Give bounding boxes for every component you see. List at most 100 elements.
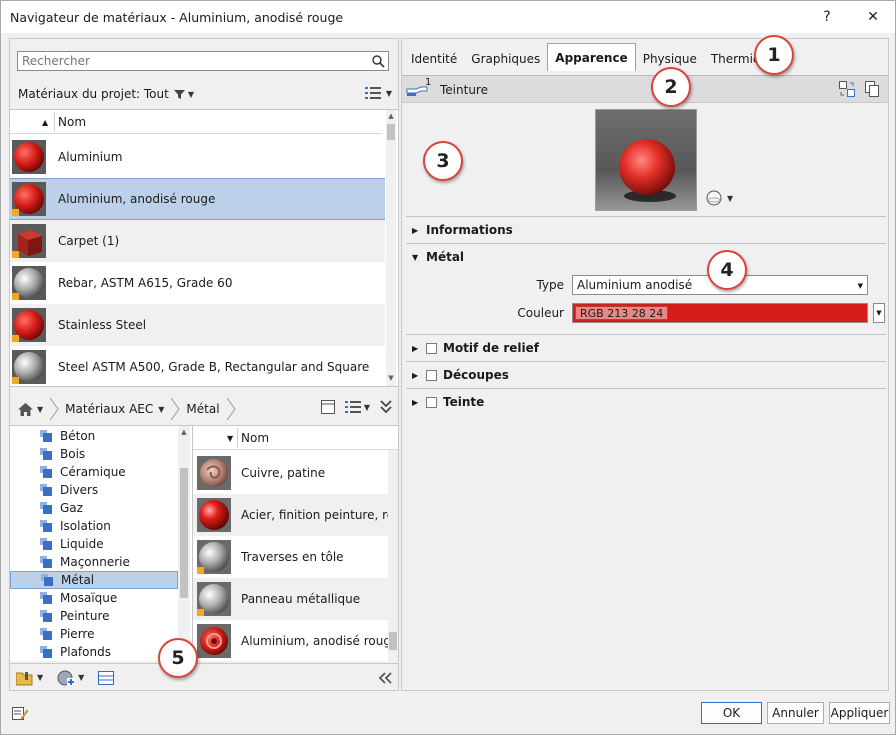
section-informations[interactable]: ▶ Informations	[412, 223, 513, 237]
breadcrumb-metal[interactable]: Métal	[180, 398, 225, 420]
home-icon[interactable]	[18, 402, 33, 416]
project-material-row-selected[interactable]: Aluminium, anodisé rouge	[10, 178, 385, 220]
asset-browser-icon[interactable]	[98, 670, 115, 685]
section-relief-pattern[interactable]: ▶ Motif de relief	[412, 341, 539, 355]
section-metal[interactable]: ▼ Métal	[412, 250, 464, 264]
section-cutouts[interactable]: ▶ Découpes	[412, 368, 509, 382]
left-pane-footer: ▼ ▼	[10, 663, 398, 691]
asset-list-scrollbar[interactable]	[388, 450, 398, 662]
preview-options[interactable]: ▼	[706, 190, 733, 206]
list-view-icon[interactable]	[344, 401, 361, 413]
category-label: Céramique	[60, 465, 126, 479]
create-material-button[interactable]: ▼	[57, 670, 84, 686]
close-button[interactable]: ✕	[853, 1, 893, 33]
scroll-up-icon[interactable]: ▲	[386, 112, 396, 120]
tree-category[interactable]: Isolation	[10, 517, 178, 535]
collapsed-triangle-icon[interactable]: ▶	[412, 226, 420, 235]
column-header-name[interactable]: Nom	[58, 115, 86, 129]
list-view-icon[interactable]	[364, 87, 381, 99]
apply-button[interactable]: Appliquer	[829, 702, 890, 724]
library-home-button[interactable]: ▼	[10, 398, 49, 420]
tree-category[interactable]: Peinture	[10, 607, 178, 625]
project-filter-label[interactable]: Matériaux du projet: Tout	[18, 87, 169, 101]
tree-category[interactable]: Gaz	[10, 499, 178, 517]
category-tree-scrollbar[interactable]: ▲	[178, 426, 190, 662]
project-material-row[interactable]: Stainless Steel	[10, 304, 385, 346]
project-material-row[interactable]: Steel ASTM A500, Grade B, Rectangular an…	[10, 346, 385, 386]
library-asset-row[interactable]: Acier, finition peinture, rouge	[193, 494, 389, 536]
help-button[interactable]: ?	[807, 1, 847, 33]
project-list-scrollbar[interactable]: ▲ ▼	[386, 110, 396, 386]
tab-graphiques[interactable]: Graphiques	[464, 47, 547, 71]
create-material-icon[interactable]	[57, 670, 76, 686]
scroll-down-icon[interactable]: ▼	[386, 374, 396, 382]
category-label: Gaz	[60, 501, 83, 515]
color-swatch-field[interactable]: RGB 213 28 24	[572, 303, 868, 323]
search-box[interactable]	[17, 51, 389, 71]
library-view-options[interactable]: ▼	[344, 401, 370, 413]
chevron-down-icon[interactable]: ▼	[858, 282, 863, 290]
edit-notes-icon[interactable]	[12, 705, 28, 721]
tree-category[interactable]: Mosaïque	[10, 589, 178, 607]
library-asset-row[interactable]: Aluminium, anodisé rouge	[193, 620, 389, 662]
scroll-up-icon[interactable]: ▲	[179, 428, 189, 436]
editor-tabs: Identité Graphiques Apparence Physique Therm…	[402, 43, 783, 71]
chevron-down-icon[interactable]: ▼	[876, 309, 881, 317]
project-material-row[interactable]: Aluminium	[10, 136, 385, 178]
scrollbar-thumb[interactable]	[387, 124, 395, 140]
tint-checkbox[interactable]	[426, 396, 437, 408]
tab-apparence[interactable]: Apparence	[547, 43, 636, 71]
collapse-left-icon[interactable]	[378, 671, 392, 684]
expand-down-icon[interactable]	[380, 400, 392, 414]
expanded-triangle-icon[interactable]: ▼	[412, 253, 420, 262]
project-material-row[interactable]: Carpet (1)	[10, 220, 385, 262]
replace-asset-icon[interactable]	[839, 81, 855, 97]
cancel-button[interactable]: Annuler	[767, 702, 824, 724]
tab-identite[interactable]: Identité	[404, 47, 464, 71]
library-asset-row[interactable]: Panneau métallique	[193, 578, 389, 620]
column-header-name[interactable]: Nom	[241, 431, 269, 445]
view-dropdown-icon[interactable]: ▼	[386, 89, 392, 98]
preview-sphere-icon[interactable]	[706, 190, 722, 206]
panel-layout-icon[interactable]	[320, 400, 335, 414]
scrollbar-thumb[interactable]	[180, 468, 188, 598]
library-menu-button[interactable]: ▼	[16, 670, 43, 686]
scrollbar-thumb[interactable]	[389, 632, 397, 650]
preview-dropdown-icon[interactable]: ▼	[727, 194, 733, 203]
collapsed-triangle-icon[interactable]: ▶	[412, 398, 420, 407]
project-material-row[interactable]: Rebar, ASTM A615, Grade 60	[10, 262, 385, 304]
filter-icon[interactable]	[173, 89, 185, 100]
tree-category[interactable]: Céramique	[10, 463, 178, 481]
sort-ascending-icon[interactable]: ▲	[42, 118, 48, 127]
tree-category[interactable]: Pierre	[10, 625, 178, 643]
tree-category[interactable]: Bois	[10, 445, 178, 463]
open-library-icon[interactable]	[16, 670, 34, 686]
sort-dropdown-icon[interactable]: ▼	[227, 434, 233, 443]
filter-dropdown-icon[interactable]: ▼	[188, 90, 194, 99]
collapsed-triangle-icon[interactable]: ▶	[412, 371, 420, 380]
tree-category[interactable]: Liquide	[10, 535, 178, 553]
collapsed-triangle-icon[interactable]: ▶	[412, 344, 420, 353]
library-asset-row[interactable]: Traverses en tôle	[193, 536, 389, 578]
search-icon[interactable]	[371, 54, 385, 68]
cutouts-checkbox[interactable]	[426, 369, 437, 381]
duplicate-asset-icon[interactable]	[865, 81, 879, 97]
tree-category[interactable]: Maçonnerie	[10, 553, 178, 571]
color-options-button[interactable]: ▼	[873, 303, 885, 323]
search-input[interactable]	[18, 52, 358, 70]
view-dropdown-icon[interactable]: ▼	[364, 403, 370, 412]
create-dropdown-icon[interactable]: ▼	[78, 673, 84, 682]
tree-category[interactable]: Béton	[10, 427, 178, 445]
tree-category[interactable]: Plafonds	[10, 643, 178, 661]
home-dropdown-icon[interactable]: ▼	[37, 405, 43, 414]
library-asset-row[interactable]: Cuivre, patine	[193, 452, 389, 494]
tree-category-selected[interactable]: Métal	[10, 571, 178, 589]
breadcrumb-dropdown-icon[interactable]: ▼	[158, 405, 164, 414]
relief-checkbox[interactable]	[426, 342, 437, 354]
section-tint[interactable]: ▶ Teinte	[412, 395, 484, 409]
library-dropdown-icon[interactable]: ▼	[37, 673, 43, 682]
ok-button[interactable]: OK	[701, 702, 762, 724]
breadcrumb-aec-materials[interactable]: Matériaux AEC ▼	[59, 398, 170, 420]
tree-category[interactable]: Divers	[10, 481, 178, 499]
project-view-options[interactable]: ▼	[364, 87, 392, 99]
